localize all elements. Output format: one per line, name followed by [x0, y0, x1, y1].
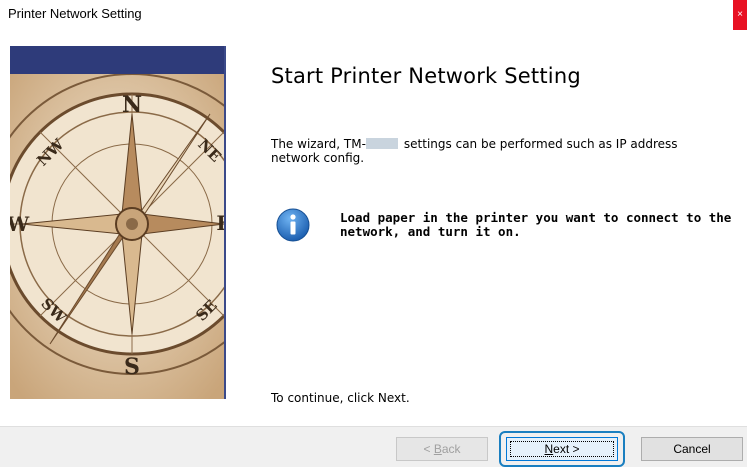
compass-letter-n: N — [122, 92, 142, 118]
redacted-model — [365, 138, 398, 149]
compass-letter-w: W — [10, 212, 30, 236]
compass-letter-s: S — [124, 354, 140, 380]
back-label: ack — [441, 442, 461, 456]
page-title: Start Printer Network Setting — [271, 64, 581, 88]
back-mnemonic: B — [433, 442, 442, 456]
info-message: Load paper in the printer you want to co… — [340, 210, 732, 239]
wizard-side-image: N NE E SE S SW W NW — [10, 46, 224, 399]
close-icon[interactable]: × — [733, 0, 747, 30]
window-title: Printer Network Setting — [8, 6, 142, 21]
wizard-description: The wizard, TM-settings can be performed… — [271, 137, 711, 165]
title-bar: Printer Network Setting × — [0, 0, 747, 30]
back-prefix: < — [423, 442, 434, 456]
side-image-banner — [10, 46, 224, 74]
back-button[interactable]: < Back — [396, 437, 488, 461]
compass-letter-e: E — [216, 211, 224, 235]
continue-hint: To continue, click Next. — [271, 391, 410, 405]
compass-image: N NE E SE S SW W NW — [10, 74, 224, 399]
next-button[interactable]: Next > — [506, 437, 618, 461]
info-icon — [276, 208, 310, 242]
focus-rectangle — [510, 441, 614, 457]
cancel-button[interactable]: Cancel — [641, 437, 743, 461]
side-panel-divider — [224, 46, 226, 399]
button-bar — [0, 426, 747, 467]
description-prefix: The wizard, TM- — [271, 137, 366, 151]
